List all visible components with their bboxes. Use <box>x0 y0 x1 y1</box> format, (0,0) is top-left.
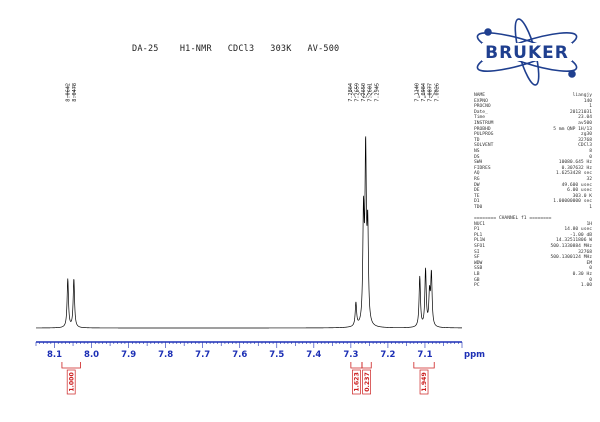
peak-label: 7.2601 <box>368 83 374 102</box>
axis-tick-label: 7.8 <box>158 350 173 360</box>
peak-label: 7.1140 <box>414 83 420 102</box>
integral-group: 1.000 1.623 0.237 1.949 <box>61 362 435 395</box>
axis-tick-label: 7.5 <box>269 350 284 360</box>
axis-tick-label: 8.1 <box>47 350 62 360</box>
peak-label: 7.2650 <box>361 83 367 102</box>
integral-value: 0.237 <box>364 372 371 392</box>
axis-tick-label: 7.2 <box>380 350 395 360</box>
integral-bracket <box>361 362 372 369</box>
peak-label: 7.2864 <box>348 83 354 102</box>
peak-label: 8.0478 <box>72 83 78 102</box>
integral-value: 1.000 <box>68 372 75 392</box>
axis-tick-label: 7.7 <box>195 350 210 360</box>
integral-value: 1.623 <box>354 372 361 392</box>
axis-tick-label: 7.3 <box>343 350 358 360</box>
spectrum-trace <box>36 136 462 329</box>
peak-label: 7.0877 <box>428 83 434 102</box>
integral-bracket <box>61 362 81 369</box>
spectrum-trace-group <box>36 136 462 329</box>
axis-tick-label: 7.9 <box>121 350 136 360</box>
axis-tick-label: 7.6 <box>232 350 247 360</box>
peak-label: 7.0826 <box>434 83 440 102</box>
ppm-axis: 8.1 8.0 7.9 7.8 7.7 7.6 7.5 7.4 7.3 7.2 7.1 ppm <box>35 341 485 360</box>
integral-bracket <box>413 362 435 369</box>
peak-label: 7.2545 <box>374 83 380 102</box>
peak-label-group: 8.0642 8.0478 7.2864 7.2659 7.2650 7.2601 7.25… <box>65 83 440 102</box>
axis-tick-label: 8.0 <box>84 350 99 360</box>
axis-tick-label: 7.1 <box>417 350 432 360</box>
integral-bracket <box>350 362 363 369</box>
integral-value: 1.949 <box>421 372 428 392</box>
axis-unit-label: ppm <box>464 350 485 360</box>
peak-label: 8.0642 <box>65 83 71 102</box>
nmr-spectrum-plot: 8.0642 8.0478 7.2864 7.2659 7.2650 7.2601 7.25… <box>35 83 485 395</box>
axis-tick-label: 7.4 <box>306 350 321 360</box>
peak-label: 7.2659 <box>355 83 361 102</box>
